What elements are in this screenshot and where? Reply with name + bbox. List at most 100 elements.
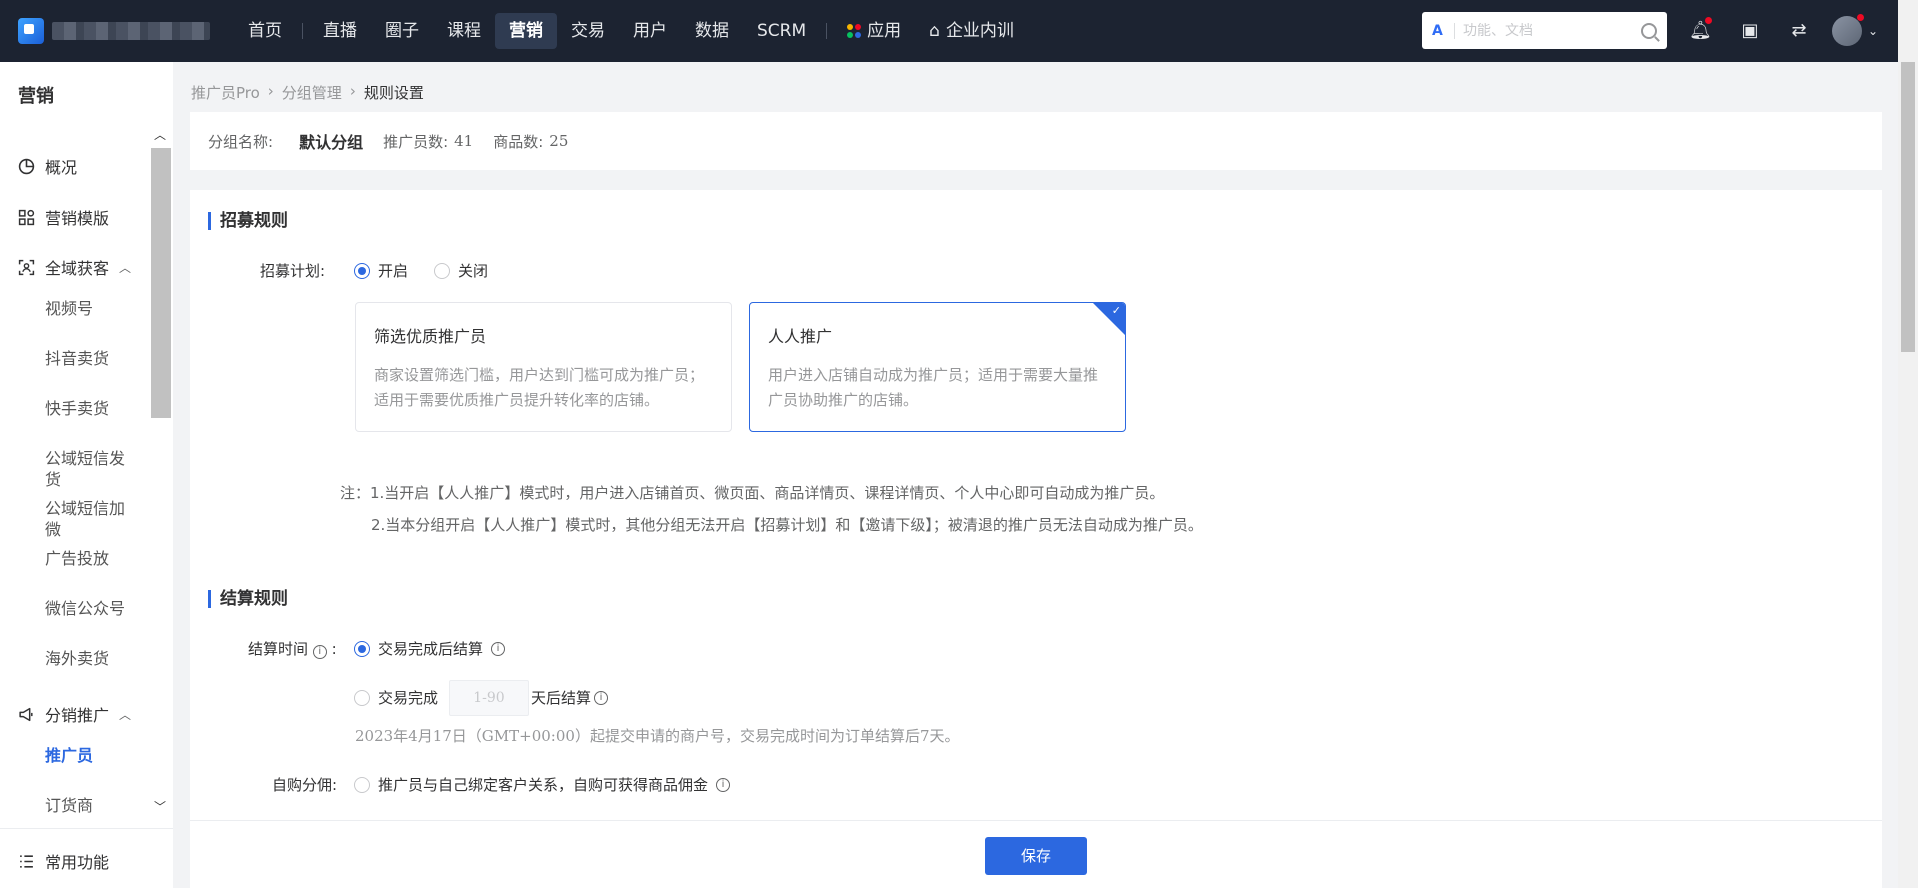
mode-card-desc: 用户进入店铺自动成为推广员；适用于需要大量推广员协助推广的店铺。 [768, 366, 1099, 409]
group-name: 默认分组 [299, 133, 364, 152]
sidebar-title: 营销 [18, 86, 54, 107]
sidebar-scroll-thumb[interactable] [151, 148, 171, 418]
chevron-down-icon[interactable]: ⌄ [1862, 20, 1884, 42]
sidebar-sub-channels[interactable]: 视频号 [45, 298, 135, 319]
info-icon[interactable]: i [491, 641, 506, 656]
goods-count-label: 商品数: [493, 132, 544, 151]
nav-users[interactable]: 用户 [619, 13, 681, 49]
breadcrumb-separator-icon: › [349, 82, 356, 100]
sidebar-item-label: 常用功能 [45, 853, 110, 872]
sidebar-item-overview[interactable]: 概况 [18, 154, 77, 178]
main-nav: 首页 直播 圈子 课程 营销 交易 用户 数据 SCRM 应用 ⌂ 企业内训 [234, 0, 1028, 62]
self-commission-radio[interactable]: 推广员与自己绑定客户关系，自购可获得商品佣金 i [354, 774, 731, 795]
sidebar-item-label: 营销模版 [45, 209, 110, 228]
search-brand-icon: A [1432, 22, 1443, 39]
settle-opt1-label: 交易完成后结算 [378, 640, 484, 658]
scroll-up-icon[interactable]: ︿ [154, 126, 166, 143]
settle-time-label-text: 结算时间 [248, 640, 309, 658]
sidebar-sub-douyin[interactable]: 抖音卖货 [45, 348, 135, 369]
recruit-off-label: 关闭 [458, 262, 489, 280]
list-icon [20, 854, 33, 868]
settle-days-input[interactable]: 1-90 [449, 680, 529, 716]
shop-name-blurred [52, 22, 210, 40]
settle-time-label: 结算时间 i : [248, 638, 337, 659]
radio-unchecked-icon [434, 262, 450, 279]
page-scroll-thumb[interactable] [1901, 62, 1915, 352]
recruit-on-radio[interactable]: 开启 [354, 260, 408, 281]
group-name-label: 分组名称: [208, 132, 274, 151]
radio-checked-icon [354, 640, 370, 657]
recruit-on-label: 开启 [378, 262, 409, 280]
settle-after-complete-radio[interactable]: 交易完成后结算 i [354, 638, 506, 659]
switch-icon[interactable]: ⇄ [1788, 20, 1810, 42]
megaphone-icon [19, 707, 33, 721]
search-input[interactable] [1463, 22, 1641, 39]
grid-icon [18, 209, 35, 225]
footer-bar: 保存 [190, 820, 1882, 888]
sidebar-item-common[interactable]: 常用功能 [18, 849, 109, 873]
pie-chart-icon [18, 158, 35, 174]
sidebar-item-label: 全域获客 [45, 259, 110, 278]
store-icon[interactable]: ▣ [1739, 20, 1761, 42]
nav-training-label: 企业内训 [945, 21, 1014, 41]
sidebar-sub-sms-ship[interactable]: 公域短信发货 [45, 448, 135, 490]
app-logo-icon[interactable] [18, 18, 44, 44]
nav-training[interactable]: ⌂ 企业内训 [915, 13, 1028, 49]
nav-marketing[interactable]: 营销 [495, 13, 557, 49]
sidebar-sub-kuaishou[interactable]: 快手卖货 [45, 398, 135, 419]
page-scrollbar[interactable] [1898, 0, 1918, 888]
training-icon: ⌂ [929, 21, 940, 41]
sidebar-sub-promoter[interactable]: 推广员 [45, 745, 135, 766]
sidebar-scrollbar[interactable]: ︿ ﹀ [150, 126, 172, 816]
nav-divider [302, 23, 303, 39]
settle-hint: 2023年4月17日（GMT+00:00）起提交申请的商户号，交易完成时间为订单… [355, 727, 960, 745]
chevron-up-icon[interactable]: ︿ [119, 259, 131, 276]
search-icon[interactable] [1641, 22, 1657, 39]
info-icon[interactable]: i [312, 645, 327, 659]
chevron-up-icon[interactable]: ︿ [119, 706, 131, 723]
sidebar-item-distribution[interactable]: 分销推广 ︿ [18, 702, 131, 726]
save-button[interactable]: 保存 [985, 837, 1087, 875]
sidebar-sub-ads[interactable]: 广告投放 [45, 548, 135, 569]
mode-card-filter[interactable]: 筛选优质推广员 商家设置筛选门槛，用户达到门槛可成为推广员；适用于需要优质推广员… [355, 302, 732, 432]
sidebar-item-templates[interactable]: 营销模版 [18, 205, 109, 229]
sidebar-sub-sms-wechat[interactable]: 公域短信加微 [45, 498, 135, 540]
sidebar-sub-wechat-mp[interactable]: 微信公众号 [45, 598, 135, 619]
sidebar-item-label: 概况 [45, 158, 78, 177]
settle-section-title: 结算规则 [208, 590, 288, 608]
self-commission-label: 自购分佣: [272, 776, 338, 794]
scroll-down-icon[interactable]: ﹀ [154, 798, 166, 815]
global-search[interactable]: A [1422, 12, 1667, 49]
recruit-off-radio[interactable]: 关闭 [434, 260, 488, 281]
nav-scrm[interactable]: SCRM [743, 13, 820, 49]
info-icon[interactable]: i [716, 777, 731, 792]
mode-card-title: 筛选优质推广员 [374, 327, 487, 346]
promoter-count: 41 [454, 132, 474, 150]
nav-apps[interactable]: 应用 [833, 13, 915, 49]
sidebar-sub-dealer[interactable]: 订货商 [45, 795, 135, 816]
breadcrumb-current: 规则设置 [363, 84, 424, 102]
info-icon[interactable]: i [594, 690, 609, 705]
avatar[interactable] [1832, 16, 1862, 46]
nav-live[interactable]: 直播 [309, 13, 371, 49]
settle-after-days-radio[interactable]: 交易完成 [354, 687, 438, 708]
settle-days-suffix: 天后结算 i [531, 687, 609, 708]
nav-divider [826, 23, 828, 39]
nav-home[interactable]: 首页 [234, 13, 296, 49]
top-navbar: 首页 直播 圈子 课程 营销 交易 用户 数据 SCRM 应用 ⌂ 企业内训 A… [0, 0, 1898, 62]
sidebar-item-acquire[interactable]: 全域获客 ︿ [18, 255, 131, 279]
rules-card: 招募规则 招募计划: 开启 关闭 筛选优质推广员 商家设置筛选门槛，用户达到门槛… [190, 190, 1882, 820]
nav-data[interactable]: 数据 [681, 13, 743, 49]
sidebar-footer: 常用功能 [0, 828, 173, 888]
mode-card-everyone[interactable]: ✓ 人人推广 用户进入店铺自动成为推广员；适用于需要大量推广员协助推广的店铺。 [749, 302, 1126, 432]
sidebar-sub-overseas[interactable]: 海外卖货 [45, 648, 135, 669]
breadcrumb-promoter-pro[interactable]: 推广员Pro [191, 82, 260, 103]
breadcrumb-group-manage[interactable]: 分组管理 [282, 82, 342, 103]
sidebar: 营销 概况 营销模版 全域获客 ︿ 视频号 抖音卖货 快手卖货 公域短信发货 公… [0, 62, 173, 888]
nav-circle[interactable]: 圈子 [371, 13, 433, 49]
promoter-count-label: 推广员数: [383, 132, 449, 151]
self-commission-opt: 推广员与自己绑定客户关系，自购可获得商品佣金 [378, 776, 709, 794]
nav-course[interactable]: 课程 [433, 13, 495, 49]
apps-icon [847, 24, 862, 38]
nav-trade[interactable]: 交易 [557, 13, 619, 49]
